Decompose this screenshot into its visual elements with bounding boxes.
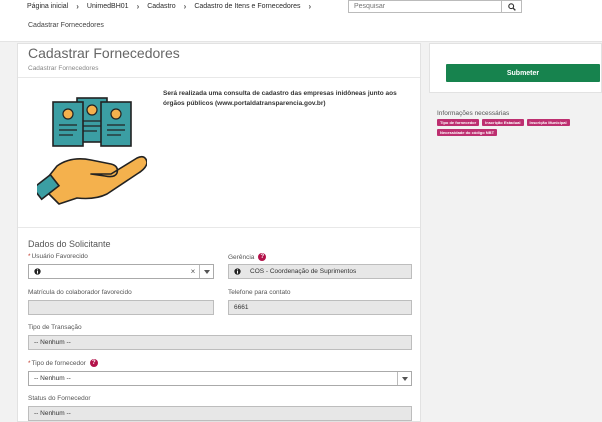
search-input[interactable] bbox=[349, 1, 501, 12]
breadcrumb-unimed[interactable]: UnimedBH01 bbox=[87, 3, 129, 10]
search-icon bbox=[507, 2, 516, 11]
required-info-tags: Tipo de fornecedor Inscrição Estadual In… bbox=[437, 119, 602, 136]
chevron-right-icon: › bbox=[76, 2, 79, 11]
chevron-right-icon: › bbox=[136, 2, 140, 11]
tipo-fornecedor-value: -- Nenhum -- bbox=[34, 375, 71, 382]
matricula-field[interactable] bbox=[28, 300, 214, 315]
info-title: Informações necessárias bbox=[437, 110, 510, 117]
info-icon bbox=[229, 265, 245, 278]
page-subtitle: Cadastrar Fornecedores bbox=[28, 65, 99, 72]
breadcrumb-home[interactable]: Página inicial bbox=[27, 3, 68, 10]
supplier-cards-hand-illustration bbox=[37, 97, 147, 205]
tipo-fornecedor-label: * Tipo de fornecedor ? bbox=[28, 359, 98, 367]
usuario-favorecido-label: * Usuário Favorecido bbox=[28, 253, 88, 260]
telefone-field[interactable]: 6661 bbox=[228, 300, 412, 315]
status-fornecedor-label: Status do Fornecedor bbox=[28, 395, 91, 402]
required-marker: * bbox=[28, 359, 31, 367]
notice-line-2: públicos bbox=[186, 100, 216, 107]
breadcrumb: Página inicial › UnimedBH01 › Cadastro ›… bbox=[27, 2, 319, 11]
help-icon[interactable]: ? bbox=[258, 253, 267, 261]
tag-inscricao-estadual: Inscrição Estadual bbox=[482, 119, 524, 126]
usuario-favorecido-label-text: Usuário Favorecido bbox=[31, 253, 88, 260]
form-card: Cadastrar Fornecedores Cadastrar Fornece… bbox=[17, 43, 421, 422]
gerencia-value: COS - Coordenação de Suprimentos bbox=[250, 268, 357, 275]
gerencia-field[interactable]: COS - Coordenação de Suprimentos bbox=[228, 264, 412, 279]
gerencia-label: Gerência ? bbox=[228, 253, 267, 261]
tipo-transacao-label: Tipo de Transação bbox=[28, 324, 82, 331]
divider bbox=[18, 227, 420, 228]
tag-tipo-fornecedor: Tipo de fornecedor bbox=[437, 119, 480, 126]
telefone-label: Telefone para contato bbox=[228, 289, 291, 296]
required-marker: * bbox=[28, 253, 31, 260]
sub-header-title: Cadastrar Fornecedores bbox=[28, 22, 104, 29]
tipo-fornecedor-select[interactable]: -- Nenhum -- bbox=[28, 371, 412, 386]
notice-text: Será realizada uma consulta de cadastro … bbox=[163, 89, 413, 109]
tag-necessidade-nbt: Necessidade do código NBT bbox=[437, 129, 498, 136]
section-title: Dados do Solicitante bbox=[28, 239, 111, 249]
sub-header: Cadastrar Fornecedores bbox=[0, 16, 602, 42]
chevron-right-icon: › bbox=[183, 2, 187, 11]
matricula-label: Matrícula do colaborador favorecido bbox=[28, 289, 132, 296]
search-button[interactable] bbox=[501, 1, 521, 12]
search-box bbox=[348, 0, 522, 13]
telefone-value: 6661 bbox=[234, 304, 249, 311]
dropdown-button[interactable] bbox=[397, 372, 411, 385]
tipo-transacao-select[interactable]: -- Nenhum -- bbox=[28, 335, 412, 350]
chevron-down-icon bbox=[203, 269, 210, 274]
tipo-fornecedor-label-text: Tipo de fornecedor bbox=[31, 359, 86, 367]
status-fornecedor-select[interactable]: -- Nenhum -- bbox=[28, 406, 412, 421]
breadcrumb-itens-fornecedores[interactable]: Cadastro de Itens e Fornecedores bbox=[194, 3, 300, 10]
tipo-transacao-value: -- Nenhum -- bbox=[34, 339, 71, 346]
page-title: Cadastrar Fornecedores bbox=[28, 45, 180, 61]
breadcrumb-cadastro[interactable]: Cadastro bbox=[147, 3, 175, 10]
dropdown-button[interactable] bbox=[199, 265, 213, 278]
info-icon bbox=[29, 265, 45, 278]
sidebar: Submeter Informações necessárias Tipo de… bbox=[429, 43, 602, 422]
help-icon[interactable]: ? bbox=[89, 359, 98, 367]
chevron-down-icon bbox=[401, 376, 408, 381]
divider bbox=[18, 77, 420, 78]
tag-inscricao-municipal: Inscrição Municipal bbox=[526, 119, 570, 126]
chevron-right-icon: › bbox=[308, 2, 312, 11]
gerencia-label-text: Gerência bbox=[228, 253, 255, 261]
submit-button[interactable]: Submeter bbox=[446, 64, 600, 82]
usuario-favorecido-field[interactable]: × bbox=[28, 264, 214, 279]
top-bar: Página inicial › UnimedBH01 › Cadastro ›… bbox=[0, 0, 602, 16]
notice-link[interactable]: (www.portaldatransparencia.gov.br) bbox=[215, 100, 326, 107]
clear-icon[interactable]: × bbox=[187, 267, 199, 276]
status-fornecedor-value: -- Nenhum -- bbox=[34, 410, 71, 417]
